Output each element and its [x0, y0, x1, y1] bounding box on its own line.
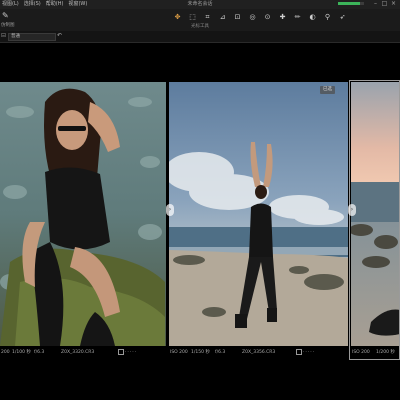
- photo-1-rating-icon[interactable]: ·····: [125, 349, 137, 357]
- photo-2-image: [169, 82, 348, 346]
- photo-1-filename: Z0X_3320.CR3: [61, 350, 95, 355]
- photo-2-rating-icon[interactable]: ·····: [303, 349, 315, 357]
- next-arrow-icon[interactable]: ›: [348, 204, 356, 216]
- undo-arrow-icon[interactable]: ↶: [57, 32, 62, 39]
- photo-2-checkbox-icon[interactable]: [296, 349, 302, 358]
- photo-1-aperture: f/6.3: [34, 350, 45, 355]
- selection-frame: [349, 80, 400, 360]
- photo-1-checkbox-icon[interactable]: [118, 349, 124, 358]
- menu-bar: 视图(L) 选择(S) 帮助(H) 视窗(W) 未命名会话 – □ ×: [0, 0, 400, 9]
- photo-2-iso: ISO 200: [170, 350, 188, 355]
- brush-icon[interactable]: ✎: [2, 11, 12, 21]
- tools-label: 光标工具: [191, 24, 209, 29]
- brush-tool-icon[interactable]: ✏: [290, 12, 305, 22]
- progress-fill: [338, 2, 361, 5]
- filmstrip: 200 1/100 秒 f/6.3 Z0X_3320.CR3 ····· 已选 …: [0, 80, 400, 360]
- crop-icon[interactable]: ⌗: [200, 12, 215, 22]
- toolbar: ✎ 仿制图 ✥ ⬚ ⌗ ⊿ ⊡ ◎ ⊙ ✚ ✏ ◐ ⚲ ➶ 光标工具: [0, 9, 400, 31]
- photo-1[interactable]: [0, 82, 166, 346]
- mode-select[interactable]: 普通: [8, 33, 56, 41]
- photo-2-shutter: 1/150 秒: [191, 350, 210, 355]
- photo-1-shutter: 1/100 秒: [12, 350, 31, 355]
- photo-3-shutter: 1/200 秒: [376, 350, 395, 355]
- photo-2-filename: Z0X_3356.CR3: [242, 350, 276, 355]
- photo-2-aperture: f/6.3: [215, 350, 226, 355]
- minimize-icon[interactable]: –: [372, 1, 379, 7]
- keystone-icon[interactable]: ⊡: [230, 12, 245, 22]
- close-icon[interactable]: ×: [390, 1, 397, 7]
- picker-icon[interactable]: ➶: [335, 12, 350, 22]
- pan-icon[interactable]: ✥: [170, 12, 185, 22]
- photo-3-meta: ISO 200 1/200 秒: [351, 349, 400, 357]
- straighten-icon[interactable]: ⊿: [215, 12, 230, 22]
- photo-2-meta: ISO 200 1/150 秒 f/6.3 Z0X_3356.CR3 ·····: [169, 349, 348, 357]
- prev-arrow-icon[interactable]: ›: [166, 204, 174, 216]
- spot-icon[interactable]: ◎: [245, 12, 260, 22]
- photo-3-iso: ISO 200: [352, 350, 370, 355]
- progress-bar: [338, 2, 364, 5]
- heal-icon[interactable]: ✚: [275, 12, 290, 22]
- photo-1-meta: 200 1/100 秒 f/6.3 Z0X_3320.CR3 ·····: [0, 349, 166, 357]
- tool-group: ✥ ⬚ ⌗ ⊿ ⊡ ◎ ⊙ ✚ ✏ ◐ ⚲ ➶: [170, 12, 350, 22]
- photo-2[interactable]: 已选: [169, 82, 348, 346]
- clone-icon[interactable]: ⊙: [260, 12, 275, 22]
- eyedropper-icon[interactable]: ⚲: [320, 12, 335, 22]
- lock-icon[interactable]: ⊟: [1, 32, 6, 39]
- option-bar: ⊟ 普通 ↶: [0, 31, 400, 43]
- photo-1-image: [0, 82, 166, 346]
- gradient-icon[interactable]: ◐: [305, 12, 320, 22]
- photo-2-badge: 已选: [320, 86, 335, 94]
- photo-1-iso: 200: [1, 350, 10, 355]
- maximize-icon[interactable]: □: [381, 1, 388, 7]
- select-icon[interactable]: ⬚: [185, 12, 200, 22]
